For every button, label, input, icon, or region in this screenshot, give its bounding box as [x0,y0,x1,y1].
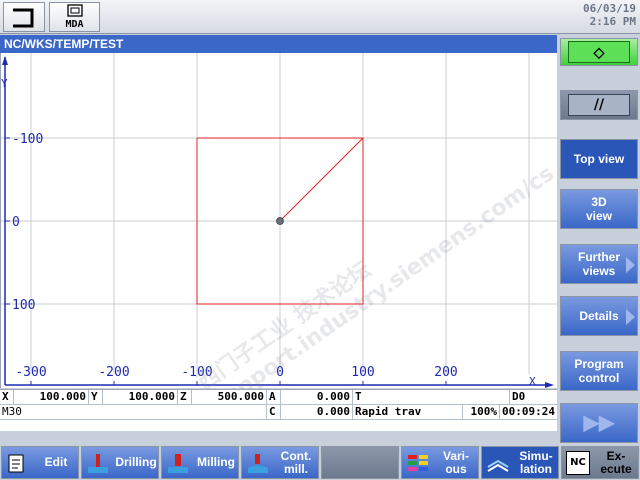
y-tick-label: 0 [12,215,20,230]
edit-button[interactable]: Edit [1,446,79,479]
details-button[interactable]: Details [560,296,638,336]
simulation-button[interactable]: Simu-lation [481,446,559,479]
status-row-program: M30 C 0.000 Rapid trav 100% 00:09:24 [0,405,557,420]
x-axis-arrow [545,382,554,388]
horizontal-softkey-bar: Edit Drilling Milling Cont. mill. Vari-ou… [0,445,640,480]
program-path: NC/WKS/TEMP/TEST [0,35,557,53]
expand-arrow-icon [626,257,635,273]
date-time: 06/03/19 2:16 PM [583,2,636,28]
various-icon [408,454,428,471]
z-value: 500.000 [192,390,267,405]
stop-button[interactable]: // [560,90,638,120]
x-tick-label: -200 [98,365,129,380]
forward-button[interactable]: ▶▶ [560,403,638,443]
status-table: X 100.000 Y 100.000 Z 500.000 A 0.000 T … [0,389,557,431]
program-block: M30 [0,405,267,420]
stop-slash-icon: // [568,94,630,116]
a-label: A [267,390,281,405]
milling-button[interactable]: Milling [161,446,239,479]
d-label: D0 [512,390,526,403]
tool-position-marker [276,217,284,225]
drilling-button[interactable]: Drilling [81,446,159,479]
start-diamond-icon: ◇ [568,41,630,63]
top-bar: MDA 06/03/19 2:16 PM [0,0,640,34]
mda-icon [67,4,83,17]
return-arrow-icon [13,8,34,28]
x-tick-label: -100 [181,365,212,380]
top-view-button[interactable]: Top view [560,139,638,179]
expand-arrow-icon [626,309,635,325]
vertical-softkey-bar: ◇ // Top view 3D view Further views Detail… [557,35,640,445]
x-label: X [0,390,14,405]
z-label: Z [178,390,192,405]
cycle-start-button[interactable]: ◇ [560,38,638,66]
x-value: 100.000 [14,390,89,405]
y-tick-label: 100 [12,298,35,313]
elapsed-time: 00:09:24 [502,405,555,418]
milling-icon [168,453,188,473]
further-views-button[interactable]: Further views [560,244,638,284]
mda-button[interactable]: MDA [49,2,100,32]
y-axis-arrow [2,56,8,65]
contour-milling-icon [248,453,268,473]
y-axis-name: Y [1,77,8,90]
x-tick-label: 100 [351,365,374,380]
simulation-plot: -300 -200 -100 0 100 200 100 0 -100 X Y [1,53,557,388]
3d-view-button[interactable]: 3D view [560,189,638,229]
time-text: 2:16 PM [589,15,636,28]
x-axis-name: X [529,375,536,388]
various-button[interactable]: Vari-ous [401,446,479,479]
a-value: 0.000 [281,390,353,405]
contour-milling-button[interactable]: Cont. mill. [241,446,319,479]
simulation-icon [487,459,509,472]
c-label: C [267,405,281,420]
override-percent: 100% [463,405,500,420]
y-label: Y [89,390,103,405]
toolpath-line [279,137,364,222]
drilling-icon [88,453,108,473]
t-label: T [353,390,510,405]
program-control-button[interactable]: Program control [560,351,638,391]
date-text: 06/03/19 [583,2,636,15]
empty-softkey[interactable] [321,446,399,479]
fast-forward-icon: ▶▶ [583,412,615,434]
simulation-graph[interactable]: -300 -200 -100 0 100 200 100 0 -100 X Y 西门子工业 技术论坛… [0,53,559,417]
back-button[interactable] [3,2,45,32]
mda-label: MDA [65,19,84,30]
x-tick-label: 200 [434,365,457,380]
nc-icon: NC [566,450,590,475]
status-row-axes: X 100.000 Y 100.000 Z 500.000 A 0.000 T … [0,390,557,405]
edit-icon [8,454,24,472]
y-tick-label: -100 [12,132,43,147]
execute-button[interactable]: NC Ex-ecute [561,446,639,479]
feed-mode: Rapid trav [353,405,463,420]
x-tick-label: 0 [276,365,284,380]
y-value: 100.000 [103,390,178,405]
x-tick-label: -300 [15,365,46,380]
c-value: 0.000 [281,405,353,420]
